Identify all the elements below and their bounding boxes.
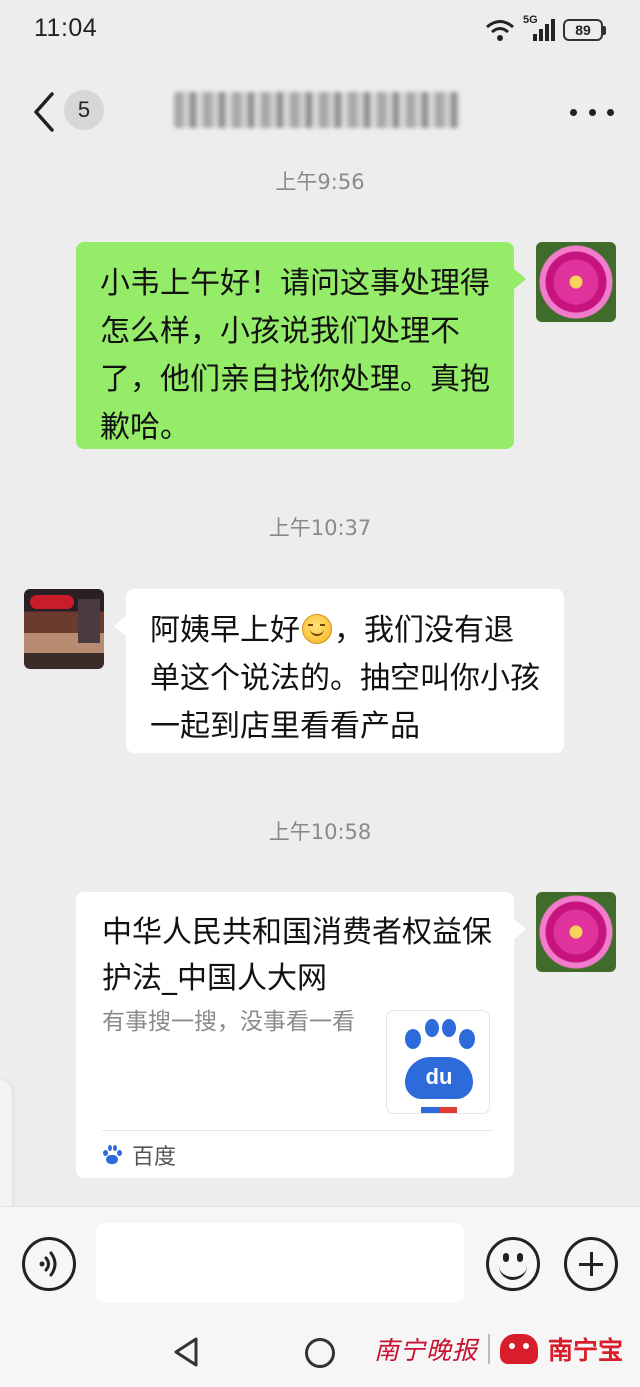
wifi-icon — [486, 20, 514, 41]
more-functions-plus-icon[interactable] — [564, 1237, 618, 1291]
watermark: 南宁晚报 南宁宝 — [374, 1324, 623, 1374]
chat-input-bar — [0, 1206, 640, 1314]
more-options-icon[interactable] — [570, 92, 614, 132]
message-timestamp: 上午10:58 — [268, 820, 372, 844]
back-arrow-icon[interactable] — [28, 90, 62, 134]
baidu-logo-text: du — [405, 1057, 473, 1099]
system-home-icon[interactable] — [305, 1338, 335, 1368]
link-card[interactable]: 中华人民共和国消费者权益保护法_中国人大网 有事搜一搜，没事看一看 du 百度 — [76, 892, 526, 1178]
status-time: 11:04 — [34, 14, 98, 42]
link-card-description: 有事搜一搜，没事看一看 — [102, 1009, 355, 1035]
nanningbao-logo-icon — [500, 1334, 539, 1364]
status-icons: 5G 89 — [485, 14, 606, 42]
battery-icon: 89 — [563, 19, 606, 41]
message-timestamp: 上午10:37 — [268, 516, 372, 540]
chat-header: 5 — [0, 70, 640, 154]
baidu-logo-icon: du — [386, 1010, 490, 1114]
my-avatar[interactable] — [536, 242, 616, 322]
emoji-picker-icon[interactable] — [486, 1237, 540, 1291]
message-input[interactable] — [96, 1223, 464, 1303]
cellular-signal-icon: 5G — [523, 14, 555, 42]
voice-input-icon[interactable] — [22, 1237, 76, 1291]
card-divider — [102, 1130, 494, 1131]
link-card-source: 百度 — [102, 1140, 176, 1170]
unread-count-badge[interactable]: 5 — [64, 90, 104, 130]
link-card-source-name: 百度 — [132, 1145, 177, 1170]
system-navigation-bar: 南宁晚报 南宁宝 — [0, 1314, 640, 1387]
message-timestamp: 上午9:56 — [275, 170, 365, 194]
contact-name-blurred — [174, 92, 460, 128]
link-card-title: 中华人民共和国消费者权益保护法_中国人大网 — [102, 915, 492, 996]
baidu-paw-icon — [102, 1145, 122, 1165]
my-avatar[interactable] — [536, 892, 616, 972]
received-message-bubble[interactable]: 阿姨早上好 ，我们没有退单这个说法的。抽空叫你小孩一起到店里看看产品 — [114, 589, 564, 753]
battery-level: 89 — [563, 19, 603, 41]
newspaper-watermark: 南宁晚报 — [374, 1336, 479, 1365]
smile-emoji-icon — [302, 614, 332, 644]
system-back-icon[interactable] — [172, 1336, 200, 1368]
status-bar: 11:04 5G 89 — [0, 0, 640, 66]
sent-message-bubble[interactable]: 小韦上午好！请问这事处理得怎么样，小孩说我们处理不了，他们亲自找你处理。真抱歉哈… — [76, 242, 526, 449]
message-text: 阿姨早上好 — [150, 613, 300, 648]
app-watermark: 南宁宝 — [548, 1336, 624, 1365]
contact-avatar[interactable] — [24, 589, 104, 669]
